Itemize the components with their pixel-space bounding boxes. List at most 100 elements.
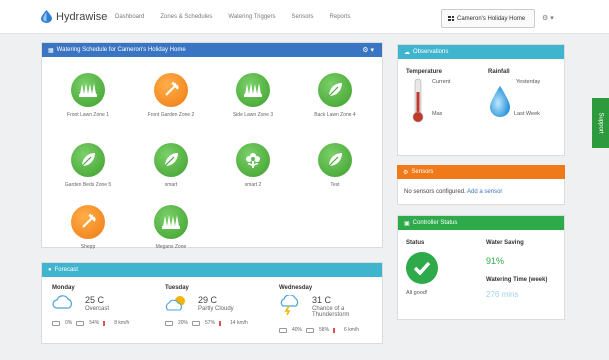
panel-header: ● Forecast [42,263,382,277]
panel-title: Sensors [411,169,434,175]
zone-tile[interactable]: smart 2 [218,143,288,188]
zone-label: Front Garden Zone 2 [147,112,195,118]
temperature: 29 C [198,295,218,305]
nav-link-reports[interactable]: Reports [330,14,351,20]
leaf-icon [71,143,105,177]
watering-schedule-panel: ▦ Watering Schedule for Cameron's Holida… [41,42,383,250]
thermometer-icon [412,78,424,123]
watering-time-label: Watering Time (week) [486,277,548,283]
panel-header: ▣ Controller Status [398,216,564,230]
forecast-stats: 0% 54% 8 km/h [52,320,129,326]
rain-chance: 20% [178,320,189,326]
humidity-icon [76,320,85,326]
settings-menu[interactable]: ⚙ ▾ [542,14,554,22]
panel-title: Observations [413,49,449,55]
add-sensor-link[interactable]: Add a sensor [467,189,502,195]
gears-icon: ⚙ [542,15,549,22]
grass-icon [71,73,105,107]
nav-link-sensors[interactable]: Sensors [292,14,314,20]
chevron-down-icon: ▾ [550,15,554,22]
watering-time-value: 276 mins [486,290,519,299]
temperature: 31 C [312,295,332,305]
rain-chance-icon [279,327,287,333]
wind-icon [103,320,109,326]
zone-tile[interactable]: Megans Zone [136,205,206,250]
weather-icon [165,295,187,313]
wind-speed: 14 km/h [230,320,248,326]
zone-tile[interactable]: Front Lawn Zone 1 [53,73,123,118]
info-icon: ● [48,267,52,273]
temperature-label: Temperature [406,69,442,75]
humidity: 54% [89,320,100,326]
zone-tile[interactable]: Garden Beds Zone 5 [53,143,123,188]
controller-status-panel: ▣ Controller Status Status All good! Wat… [397,215,565,320]
wind-speed: 8 km/h [114,320,130,326]
water-saving-value: 91% [486,256,505,266]
zone-tile[interactable]: smart [136,143,206,188]
humidity-icon [306,327,315,333]
status-label: Status [406,240,425,246]
rake-icon [154,73,188,107]
water-saving-label: Water Saving [486,240,524,246]
leaf-icon [318,143,352,177]
last-week-label: Last Week [514,111,540,117]
account-selector[interactable]: Cameron's Holiday Home [441,9,535,28]
rain-chance: 0% [65,320,73,326]
support-label: Support [597,112,604,134]
checkmark-icon [406,252,438,284]
yesterday-label: Yesterday [516,79,541,85]
raindrop-icon [490,86,510,117]
support-tab[interactable]: Support [592,98,609,148]
current-temp-label: Current [432,79,451,85]
top-navbar: Hydrawise Dashboard Zones & Schedules Wa… [0,0,609,34]
brand-logo[interactable]: Hydrawise [41,10,107,23]
zone-label: Side Lawn Zone 3 [232,112,274,118]
zone-label: Test [330,182,340,188]
flower-icon [236,143,270,177]
temperature: 25 C [85,295,105,305]
rainfall-label: Rainfall [488,69,510,75]
zone-tile[interactable]: Front Garden Zone 2 [136,73,206,118]
wind-icon [333,327,339,333]
zone-label: smart [164,182,178,188]
rake-icon [71,205,105,239]
forecast-day: Monday 25 C Overcast 0% 54% 8 km/h [52,285,157,340]
zone-label: Megans Zone [155,244,187,250]
zone-label: Shepp [80,244,96,250]
day-name: Monday [52,285,75,291]
wind-speed: 6 km/h [344,327,360,333]
zone-tile[interactable]: Side Lawn Zone 3 [218,73,288,118]
rain-chance-icon [52,320,60,326]
nav-link-zones-schedules[interactable]: Zones & Schedules [160,14,212,20]
humidity-icon [192,320,201,326]
condition: Chance of a Thunderstorm [312,306,350,318]
panel-header: ☁ Observations [398,45,564,59]
zone-tile[interactable]: Test [300,143,370,188]
nav-link-watering-triggers[interactable]: Watering Triggers [228,14,275,20]
day-name: Tuesday [165,285,189,291]
condition: Overcast [85,306,110,312]
water-drop-icon [41,10,52,23]
panel-title: Controller Status [412,220,458,226]
humidity: 58% [319,327,330,333]
zone-label: Back Lawn Zone 4 [314,112,356,118]
nav-link-dashboard[interactable]: Dashboard [115,14,144,20]
leaf-icon [318,73,352,107]
no-sensors-text: No sensors configured. [404,189,466,195]
zone-tile[interactable]: Shepp [53,205,123,250]
gear-icon[interactable]: ⚙ ▾ [362,46,374,54]
panel-header: ▦ Watering Schedule for Cameron's Holida… [42,43,382,57]
rain-chance: 40% [292,327,303,333]
forecast-panel: ● Forecast Monday 25 C Overcast 0% 54% 8 km/h… [41,262,383,344]
max-temp-label: Max [432,111,443,117]
controller-icon: ▣ [404,220,410,227]
forecast-day: Wednesday 31 C Chance of a Thunderstorm 40%… [279,285,384,340]
calendar-icon: ▦ [48,47,54,54]
zone-tile[interactable]: Back Lawn Zone 4 [300,73,370,118]
forecast-stats: 40% 58% 6 km/h [279,327,359,333]
status-text: All good! [406,290,428,296]
gear-icon: ⚙ [403,169,409,176]
rain-chance-icon [165,320,173,326]
grass-icon [236,73,270,107]
grass-icon [154,205,188,239]
